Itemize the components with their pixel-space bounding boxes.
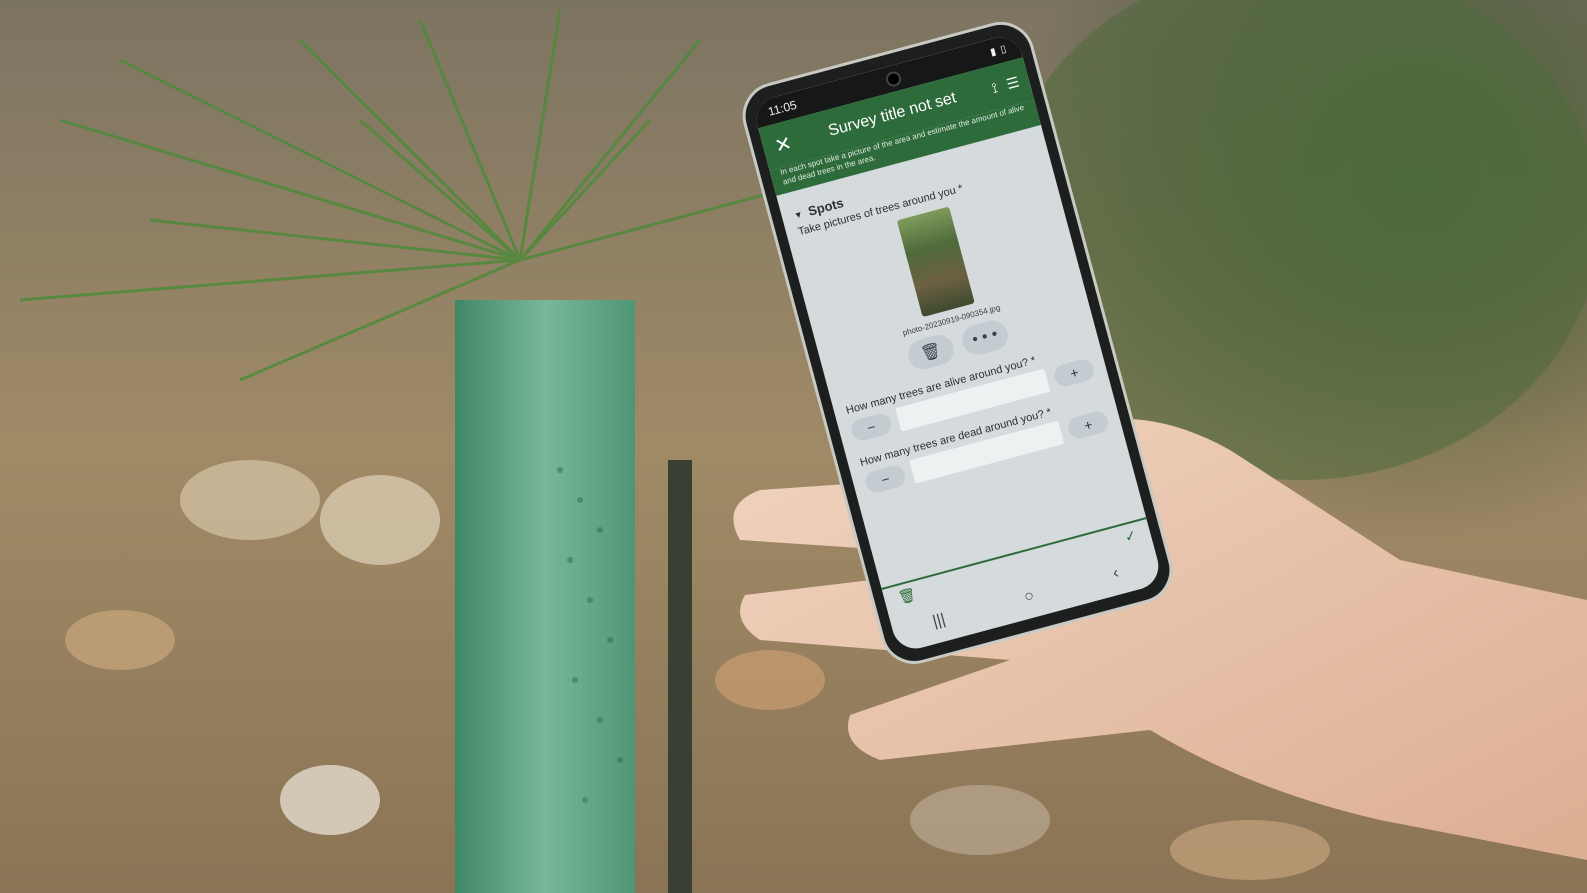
status-icons: ▮ ▯	[989, 43, 1007, 58]
alive-minus-button[interactable]: −	[849, 411, 894, 443]
dead-minus-button[interactable]: −	[863, 463, 908, 496]
collapse-triangle-icon: ▼	[792, 208, 804, 221]
more-options-button[interactable]: • • •	[958, 317, 1012, 359]
signal-icon: ▮	[989, 45, 998, 58]
photo-thumbnail[interactable]	[896, 206, 975, 318]
more-icon: • • •	[970, 325, 1000, 349]
menu-icon[interactable]: ☰	[1005, 73, 1022, 93]
home-icon[interactable]: ○	[1022, 587, 1036, 607]
status-time: 11:05	[766, 97, 799, 119]
battery-icon: ▯	[999, 43, 1008, 56]
recent-apps-icon[interactable]: |||	[931, 611, 948, 632]
check-icon[interactable]: ✓	[1123, 526, 1139, 545]
alive-plus-button[interactable]: +	[1052, 356, 1097, 389]
trash-icon: 🗑	[919, 341, 944, 364]
delete-photo-button[interactable]: 🗑	[904, 331, 958, 373]
dead-plus-button[interactable]: +	[1066, 409, 1111, 441]
camera-hole	[884, 69, 903, 88]
close-icon[interactable]: ✕	[770, 130, 796, 159]
trash-icon[interactable]: 🗑	[896, 585, 918, 606]
satellite-icon[interactable]: ⟟	[990, 79, 999, 97]
back-icon[interactable]: ‹	[1111, 564, 1121, 583]
